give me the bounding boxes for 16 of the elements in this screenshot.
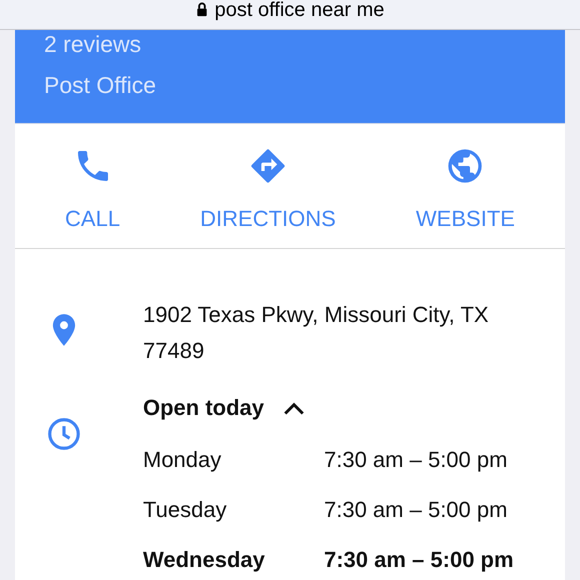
opening-hours: 7:30 am – 5:00 pm	[324, 547, 514, 573]
caret-icon	[284, 402, 304, 414]
day-name: Wednesday	[143, 547, 266, 573]
action-button[interactable]: DIRECTIONS	[200, 146, 336, 248]
day-name: Tuesday	[143, 497, 228, 523]
action-button[interactable]: WEBSITE	[416, 146, 515, 248]
clock-icon	[45, 415, 83, 453]
action-button[interactable]: CALL	[65, 146, 120, 248]
opening-hours: 7:30 am – 5:00 pm	[324, 497, 508, 523]
place-category: Post Office	[44, 74, 158, 97]
address-text[interactable]: 1902 Texas Pkwy, Missouri City, TX 77489	[143, 297, 503, 369]
reviews-count[interactable]: 2 reviews	[44, 33, 565, 56]
day-name: Monday	[143, 447, 222, 473]
hours-toggle[interactable]: Open today	[143, 393, 514, 423]
opening-hours: 7:30 am – 5:00 pm	[324, 447, 508, 473]
url-text[interactable]: post office near me	[214, 0, 384, 20]
